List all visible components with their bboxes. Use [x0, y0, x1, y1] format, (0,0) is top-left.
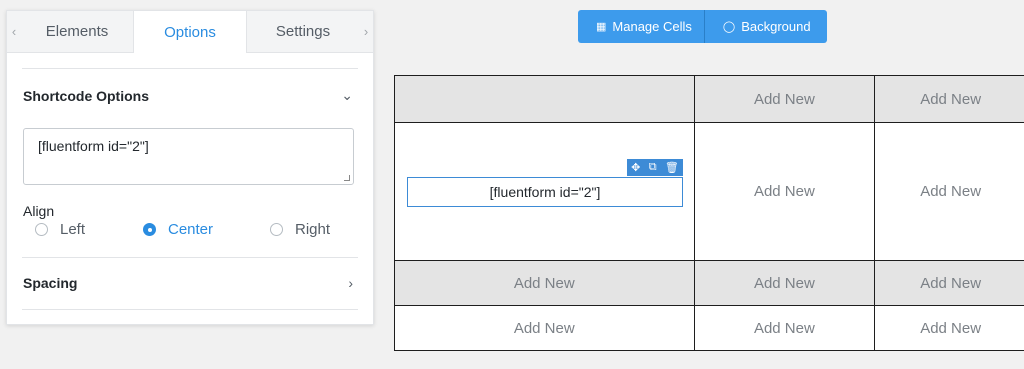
- radio-center[interactable]: [143, 223, 156, 236]
- radio-right[interactable]: [270, 223, 283, 236]
- shortcode-options-title: Shortcode Options: [23, 87, 149, 104]
- add-new-label[interactable]: Add New: [754, 91, 815, 108]
- manage-cells-button[interactable]: ▦ Manage Cells: [578, 10, 704, 43]
- add-new-label[interactable]: Add New: [514, 320, 575, 337]
- align-center-label: Center: [168, 221, 214, 238]
- tabs-scroll-left-icon[interactable]: ‹: [7, 11, 21, 52]
- grid-cell[interactable]: Add New: [395, 261, 695, 306]
- spacing-header[interactable]: Spacing ›: [23, 275, 353, 291]
- tabs-scroll-right-icon[interactable]: ›: [359, 11, 373, 52]
- grid-cell[interactable]: Add New: [694, 261, 876, 306]
- align-left-option[interactable]: Left: [35, 221, 85, 238]
- shortcode-block[interactable]: [fluentform id="2"]: [407, 177, 683, 207]
- grid-row: ✥ ⧉ 🗑 [fluentform id="2"] Add New Add Ne…: [395, 123, 1024, 261]
- grid-icon: ▦: [596, 21, 607, 33]
- divider: [22, 68, 358, 69]
- chevron-down-icon: ⌄: [341, 87, 353, 103]
- shortcode-options-header[interactable]: Shortcode Options ⌄: [23, 87, 353, 104]
- divider: [22, 309, 358, 310]
- grid-cell[interactable]: Add New: [694, 76, 876, 123]
- align-label: Align: [23, 203, 55, 219]
- add-new-label[interactable]: Add New: [754, 320, 815, 337]
- add-new-label[interactable]: Add New: [920, 91, 981, 108]
- lightbulb-icon: ◯: [722, 21, 736, 33]
- spacing-title: Spacing: [23, 275, 78, 291]
- tab-settings[interactable]: Settings: [247, 11, 359, 52]
- resize-grip-icon[interactable]: [344, 175, 350, 181]
- shortcode-value: [fluentform id="2"]: [38, 138, 149, 154]
- add-new-label[interactable]: Add New: [754, 183, 815, 200]
- background-label: Background: [741, 19, 811, 34]
- block-tools: ✥ ⧉ 🗑: [627, 159, 683, 176]
- panel-tabs: ‹ Elements Options Settings ›: [7, 11, 373, 53]
- grid-cell[interactable]: Add New: [875, 261, 1024, 306]
- grid-cell[interactable]: Add New: [395, 306, 695, 351]
- move-icon[interactable]: ✥: [631, 161, 640, 174]
- divider: [22, 257, 358, 258]
- add-new-label[interactable]: Add New: [514, 275, 575, 292]
- align-right-label: Right: [295, 221, 331, 238]
- grid-cell[interactable]: Add New: [695, 306, 876, 351]
- grid-cell[interactable]: [395, 76, 695, 123]
- shortcode-textarea[interactable]: [fluentform id="2"]: [23, 128, 354, 185]
- add-new-label[interactable]: Add New: [920, 183, 981, 200]
- grid-cell[interactable]: Add New: [694, 123, 876, 261]
- grid-row: Add New Add New: [395, 76, 1024, 123]
- add-new-label[interactable]: Add New: [754, 275, 815, 292]
- chevron-right-icon: ›: [348, 275, 353, 291]
- tab-elements[interactable]: Elements: [21, 11, 133, 52]
- grid-cell-selected[interactable]: ✥ ⧉ 🗑 [fluentform id="2"]: [395, 123, 695, 261]
- grid-cell[interactable]: Add New: [875, 306, 1024, 351]
- manage-cells-label: Manage Cells: [612, 19, 692, 34]
- add-new-label[interactable]: Add New: [920, 320, 981, 337]
- background-button[interactable]: ◯ Background: [703, 10, 827, 43]
- shortcode-block-text: [fluentform id="2"]: [489, 184, 601, 200]
- grid-cell[interactable]: Add New: [875, 123, 1024, 261]
- align-right-option[interactable]: Right: [270, 221, 330, 238]
- cell-toolbar: ▦ Manage Cells ◯ Background: [578, 10, 827, 43]
- duplicate-icon[interactable]: ⧉: [649, 161, 657, 174]
- block-settings-panel: ‹ Elements Options Settings › Shortcode …: [6, 10, 374, 325]
- add-new-label[interactable]: Add New: [920, 275, 981, 292]
- radio-left[interactable]: [35, 223, 48, 236]
- layout-grid: Add New Add New ✥ ⧉ 🗑 [fluentform id="2"…: [394, 75, 1024, 351]
- tab-options[interactable]: Options: [133, 11, 247, 53]
- align-center-option[interactable]: Center: [143, 221, 213, 238]
- grid-row: Add New Add New Add New: [395, 306, 1024, 351]
- grid-row: Add New Add New Add New: [395, 261, 1024, 306]
- trash-icon[interactable]: 🗑: [665, 161, 679, 174]
- align-left-label: Left: [60, 221, 86, 238]
- grid-cell[interactable]: Add New: [875, 76, 1024, 123]
